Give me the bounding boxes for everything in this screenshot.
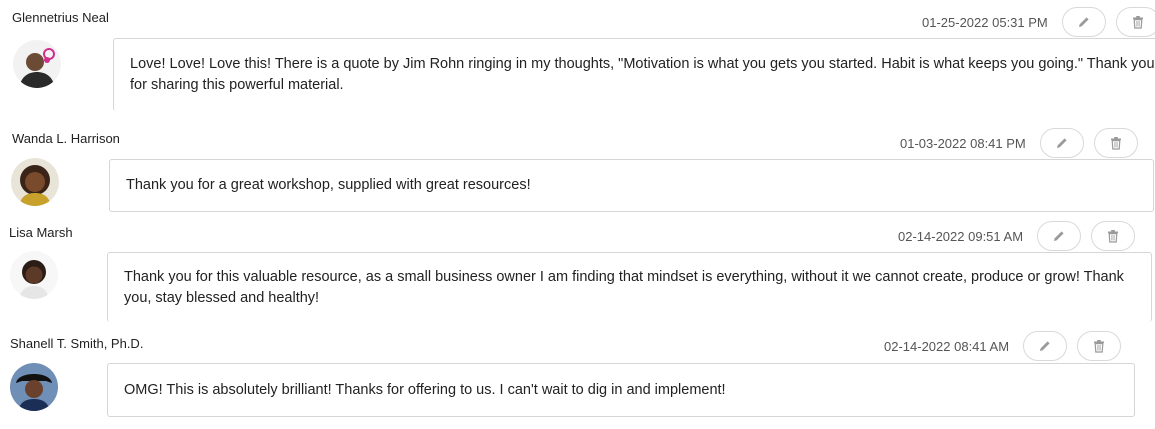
avatar xyxy=(11,158,59,206)
comment-date: 02-14-2022 09:51 AM xyxy=(898,228,1024,244)
comment-author: Wanda L. Harrison xyxy=(12,131,120,146)
comment-author: Shanell T. Smith, Ph.D. xyxy=(10,336,144,351)
delete-comment-button[interactable] xyxy=(1093,128,1138,158)
comment-meta: 01-03-2022 08:41 PM xyxy=(900,128,1138,158)
comment-body: Love! Love! Love this! There is a quote … xyxy=(113,38,1155,111)
pencil-icon xyxy=(1078,17,1089,27)
trash-icon xyxy=(1108,230,1119,243)
delete-comment-button[interactable] xyxy=(1115,7,1155,37)
avatar xyxy=(13,40,61,88)
edit-comment-button[interactable] xyxy=(1039,128,1084,158)
comment-meta: 02-14-2022 08:41 AM xyxy=(884,331,1122,361)
comment-body: Thank you for a great workshop, supplied… xyxy=(109,159,1154,212)
pencil-icon xyxy=(1054,231,1064,241)
comment-date: 01-25-2022 05:31 PM xyxy=(922,14,1048,30)
comment-date: 02-14-2022 08:41 AM xyxy=(884,338,1010,354)
comment-date: 01-03-2022 08:41 PM xyxy=(900,135,1026,151)
trash-icon xyxy=(1094,340,1105,353)
delete-comment-button[interactable] xyxy=(1077,331,1122,361)
trash-icon xyxy=(1110,137,1121,150)
comment-body: Thank you for this valuable resource, as… xyxy=(107,252,1152,322)
comment-meta: 02-14-2022 09:51 AM xyxy=(898,221,1136,251)
trash-icon xyxy=(1132,16,1143,29)
avatar xyxy=(10,251,58,299)
delete-comment-button[interactable] xyxy=(1091,221,1136,251)
pencil-icon xyxy=(1056,138,1067,148)
comment-body: OMG! This is absolutely brilliant! Thank… xyxy=(107,363,1135,417)
edit-comment-button[interactable] xyxy=(1061,7,1106,37)
comment-author: Lisa Marsh xyxy=(9,225,73,240)
edit-comment-button[interactable] xyxy=(1023,331,1068,361)
pencil-icon xyxy=(1040,341,1050,351)
comment-meta: 01-25-2022 05:31 PM xyxy=(922,7,1155,37)
avatar xyxy=(10,363,58,411)
comment-author: Glennetrius Neal xyxy=(12,10,109,25)
edit-comment-button[interactable] xyxy=(1037,221,1082,251)
